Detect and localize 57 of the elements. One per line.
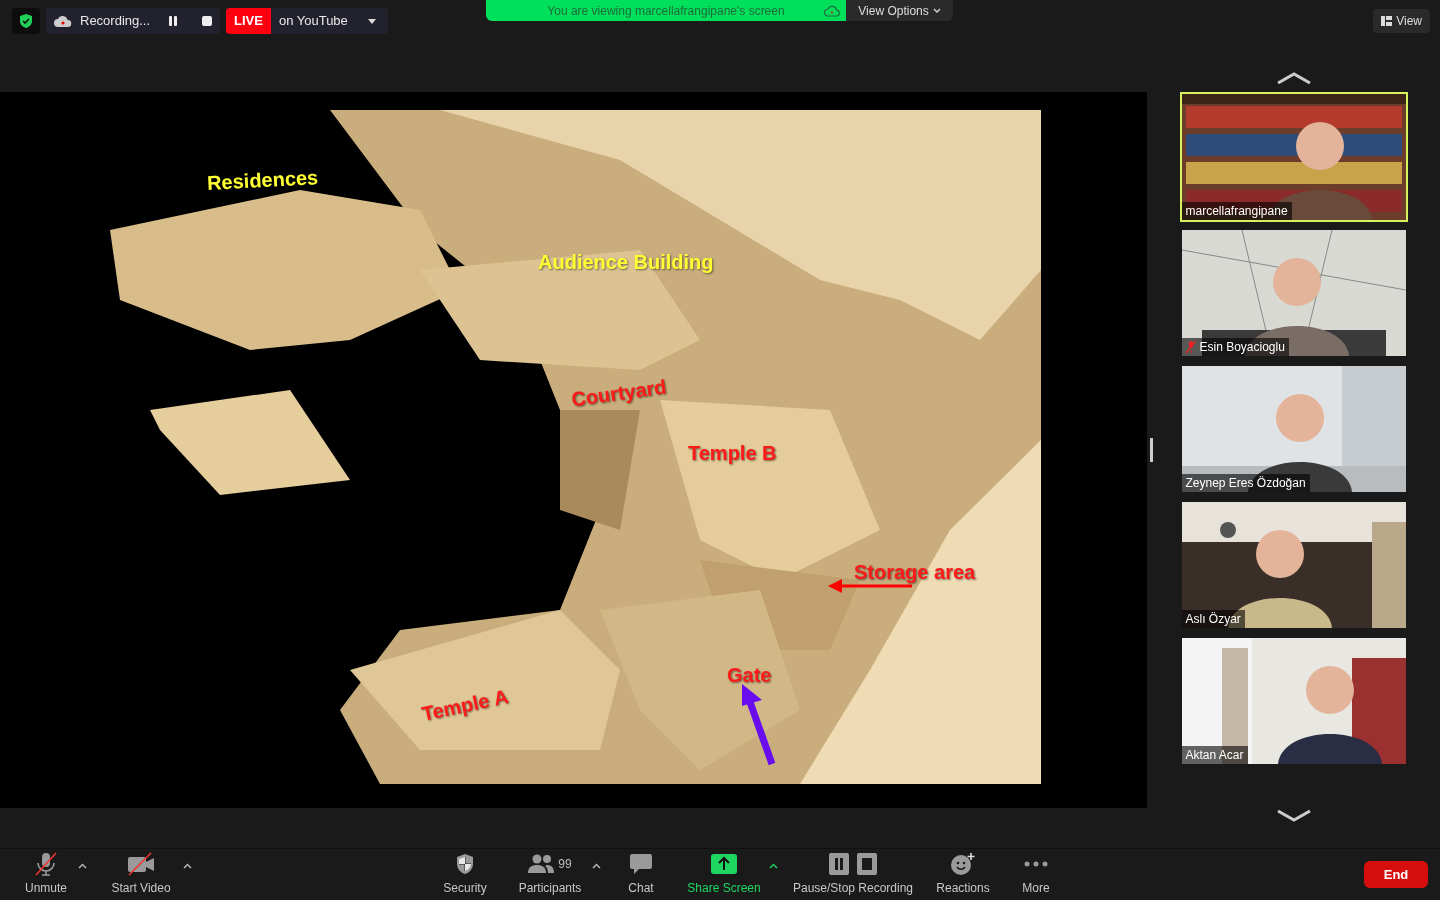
chat-icon <box>629 853 653 875</box>
caret-up-icon[interactable] <box>769 862 778 869</box>
toolbar-button[interactable]: Start Video <box>101 852 181 897</box>
toolbar-button[interactable]: Pause/Stop Recording <box>788 852 918 897</box>
live-target-label: on YouTube <box>277 12 349 31</box>
participant-name: marcellafrangipane <box>1185 203 1288 220</box>
slide-label: Storage area <box>854 560 976 585</box>
video-tile[interactable]: Aktan Acar <box>1179 636 1408 766</box>
participant-name: Aktan Acar <box>1185 747 1244 764</box>
security-shield-icon[interactable] <box>12 8 40 34</box>
muted-mic-icon <box>33 851 59 876</box>
toolbar-button[interactable]: 99 Participants <box>510 852 590 897</box>
banner-text: You are viewing marcellafrangipane's screen <box>547 2 785 20</box>
dropdown-caret-icon[interactable] <box>367 18 376 24</box>
chevron-down-icon <box>932 8 941 13</box>
recording-label: Recording... <box>80 12 152 31</box>
live-badge: LIVE <box>226 8 271 34</box>
people-icon <box>528 854 555 874</box>
caret-up-icon[interactable] <box>183 862 192 869</box>
scroll-down-icon[interactable] <box>1275 810 1312 822</box>
cloud-icon <box>54 15 72 27</box>
scroll-up-icon[interactable] <box>1275 72 1312 84</box>
participant-name: Aslı Özyar <box>1185 611 1241 628</box>
view-options-button[interactable]: View Options <box>846 0 953 21</box>
slide-label: Temple A <box>418 684 511 727</box>
share-screen-icon <box>711 854 737 874</box>
toolbar-button[interactable]: Share Screen <box>681 852 767 897</box>
slide-label: Temple B <box>688 441 777 466</box>
toolbar-button[interactable]: Chat <box>611 852 671 897</box>
video-tile[interactable]: Zeynep Eres Özdoğan <box>1179 364 1408 494</box>
caret-up-icon[interactable] <box>592 862 601 869</box>
security-shield-icon <box>455 853 475 875</box>
toolbar-button[interactable]: Unmute <box>16 852 76 897</box>
participant-count: 99 <box>558 856 572 873</box>
toolbar-button[interactable]: Reactions <box>928 852 998 897</box>
toolbar-button[interactable]: More <box>1008 852 1064 897</box>
cloud-icon <box>824 4 840 17</box>
more-icon <box>1024 861 1048 867</box>
end-button[interactable]: End <box>1364 861 1428 888</box>
video-tile[interactable]: Aslı Özyar <box>1179 500 1408 630</box>
slide-label: Audience Building <box>538 250 714 275</box>
smiley-plus-icon <box>950 851 976 876</box>
pause-stop-icon <box>829 853 877 875</box>
stop-icon[interactable] <box>202 16 212 26</box>
video-tile[interactable]: marcellafrangipane <box>1179 92 1408 222</box>
grid-icon <box>1381 16 1393 26</box>
slide-label: Gate <box>727 663 772 688</box>
slide-label: Courtyard <box>569 374 669 413</box>
slide-label: Residences <box>206 165 319 196</box>
video-tile[interactable]: Esin Boyacioglu <box>1179 228 1408 358</box>
pause-icon[interactable] <box>168 16 178 26</box>
video-off-icon <box>127 851 155 876</box>
view-button[interactable]: View <box>1373 9 1430 33</box>
participant-name: Esin Boyacioglu <box>1199 339 1285 356</box>
toolbar-button[interactable]: Security <box>430 852 500 897</box>
participant-name: Zeynep Eres Özdoğan <box>1185 475 1306 492</box>
caret-up-icon[interactable] <box>78 862 87 869</box>
